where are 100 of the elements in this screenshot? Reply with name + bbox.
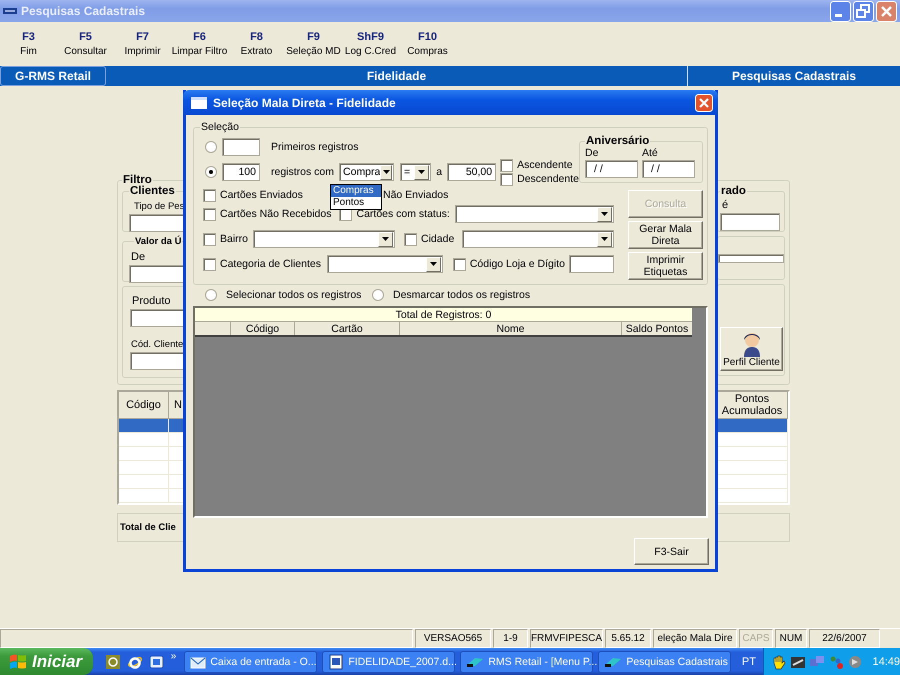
function-key-button[interactable]: ShF9 Log C.Cred xyxy=(342,22,399,66)
app-icon xyxy=(604,656,622,668)
app-logo-icon xyxy=(3,6,17,16)
exit-button[interactable]: F3-Sair xyxy=(634,538,709,565)
input-field[interactable]: / / xyxy=(585,160,638,178)
input-field[interactable] xyxy=(718,254,784,263)
close-button[interactable] xyxy=(695,94,713,112)
dropdown-button[interactable] xyxy=(597,232,612,246)
input-field[interactable]: 100 xyxy=(222,163,260,181)
function-key-button[interactable]: F5 Consultar xyxy=(57,22,114,66)
radio-button[interactable] xyxy=(205,166,217,178)
total-records-label: Total de Registros: 0 xyxy=(195,308,692,322)
field-label: Produto xyxy=(132,295,171,307)
minimize-button[interactable] xyxy=(830,0,851,22)
windows-logo-icon xyxy=(9,654,27,670)
checkbox-label: Descendente xyxy=(517,173,579,185)
checkbox-label: Não Enviados xyxy=(383,189,448,201)
field-label: Primeiros registros xyxy=(271,141,359,153)
checkbox[interactable] xyxy=(500,158,514,172)
caret-icon xyxy=(601,237,608,241)
desktop-icon[interactable] xyxy=(148,654,165,670)
window-icon xyxy=(191,96,207,108)
status-panel: VERSAO565 xyxy=(415,629,491,648)
media-icon[interactable] xyxy=(104,654,121,670)
radio-label: Selecionar todos os registros xyxy=(226,289,362,301)
caret-icon xyxy=(382,170,390,174)
action-button[interactable]: Imprimir Etiquetas xyxy=(628,252,703,280)
window-title: Pesquisas Cadastrais xyxy=(21,4,146,18)
dropdown-button[interactable] xyxy=(414,164,430,180)
field-label: De xyxy=(131,251,146,263)
function-key-button[interactable]: F8 Extrato xyxy=(228,22,285,66)
input-field[interactable]: / / xyxy=(642,160,695,178)
dropdown-option[interactable]: Compras xyxy=(331,185,381,197)
taskbar-button[interactable]: Pesquisas Cadastrais xyxy=(598,650,732,672)
header-left-label: G-RMS Retail xyxy=(0,66,106,86)
dropdown-button[interactable] xyxy=(426,256,441,272)
profile-button[interactable]: Perfil Cliente xyxy=(720,327,783,371)
start-button[interactable]: Iniciar xyxy=(0,648,93,675)
function-key-button[interactable]: F6 Limpar Filtro xyxy=(171,22,228,66)
function-key-button[interactable]: F7 Imprimir xyxy=(114,22,171,66)
checkbox-label: Cartões Não Recebidos xyxy=(220,208,332,220)
column-header[interactable]: Cartão xyxy=(295,322,400,335)
dropdown-field[interactable] xyxy=(462,230,614,248)
checkbox[interactable] xyxy=(404,232,418,246)
checkbox[interactable] xyxy=(452,258,466,270)
dropdown-button[interactable] xyxy=(380,164,392,180)
checkbox[interactable] xyxy=(203,258,216,270)
input-field[interactable] xyxy=(720,213,780,231)
caret-icon xyxy=(430,262,437,266)
group-title: Clientes xyxy=(129,186,176,197)
radio-button[interactable] xyxy=(205,141,217,153)
dropdown-button[interactable] xyxy=(597,206,612,222)
column-header[interactable]: Saldo Pontos xyxy=(622,322,692,335)
input-field[interactable] xyxy=(569,255,614,273)
function-key-button[interactable]: F3 Fim xyxy=(0,22,57,66)
field-label: De xyxy=(585,147,600,159)
input-field[interactable]: 50,00 xyxy=(447,163,496,181)
more-button[interactable]: » xyxy=(170,651,176,662)
checkbox-label: Categoria de Clientes xyxy=(220,258,321,270)
field-label: a xyxy=(436,166,442,178)
field-label: Cód. Cliente xyxy=(131,339,184,350)
taskbar-button[interactable]: Caixa de entrada - O... xyxy=(184,650,318,672)
dropdown-button[interactable] xyxy=(378,232,394,246)
taskbar-button[interactable]: FIDELIDADE_2007.d... xyxy=(322,650,456,672)
action-button[interactable]: Gerar Mala Direta xyxy=(628,221,703,249)
speaker-icon[interactable] xyxy=(847,654,864,670)
group-title: Valor da Ú xyxy=(134,236,182,247)
checkbox[interactable] xyxy=(203,232,216,246)
column-header[interactable]: Código xyxy=(231,322,295,335)
checkbox-label: Ascendente xyxy=(517,159,573,171)
checkbox[interactable] xyxy=(203,208,216,220)
radio-button[interactable] xyxy=(205,289,217,301)
input-field[interactable] xyxy=(222,138,260,156)
column-header[interactable]: Nome xyxy=(400,322,622,335)
dropdown-field[interactable] xyxy=(326,255,443,273)
checkbox-label: Bairro xyxy=(220,233,248,245)
language-indicator[interactable]: PT xyxy=(734,656,764,668)
group-title: Filtro xyxy=(122,175,152,186)
function-key-button[interactable]: F10 Compras xyxy=(399,22,456,66)
status-panel: CAPS xyxy=(739,629,773,648)
hand-icon[interactable] xyxy=(771,654,788,670)
dropdown-field[interactable] xyxy=(454,205,614,223)
checkbox[interactable] xyxy=(203,188,216,202)
checkbox-label: Cartões Enviados xyxy=(220,189,303,201)
radio-button[interactable] xyxy=(372,289,384,301)
close-button[interactable] xyxy=(876,0,897,22)
function-key-button[interactable]: F9 Seleção MD xyxy=(285,22,342,66)
caret-icon xyxy=(418,170,426,174)
checkbox-label: Cartões com status: xyxy=(356,208,450,220)
dropdown-field[interactable]: = xyxy=(400,163,432,181)
checkbox-label: Código Loja e Dígito xyxy=(470,258,565,270)
caret-icon xyxy=(601,212,608,216)
restore-button[interactable] xyxy=(853,0,874,22)
dropdown-option[interactable]: Pontos xyxy=(331,197,381,209)
checkbox[interactable] xyxy=(500,172,514,186)
group-title: rado xyxy=(720,186,747,197)
status-panel: eleção Mala Dire xyxy=(653,629,737,648)
dropdown-field[interactable]: Compra xyxy=(339,163,394,181)
dropdown-field[interactable] xyxy=(253,230,396,248)
status-panel: NUM xyxy=(775,629,807,648)
